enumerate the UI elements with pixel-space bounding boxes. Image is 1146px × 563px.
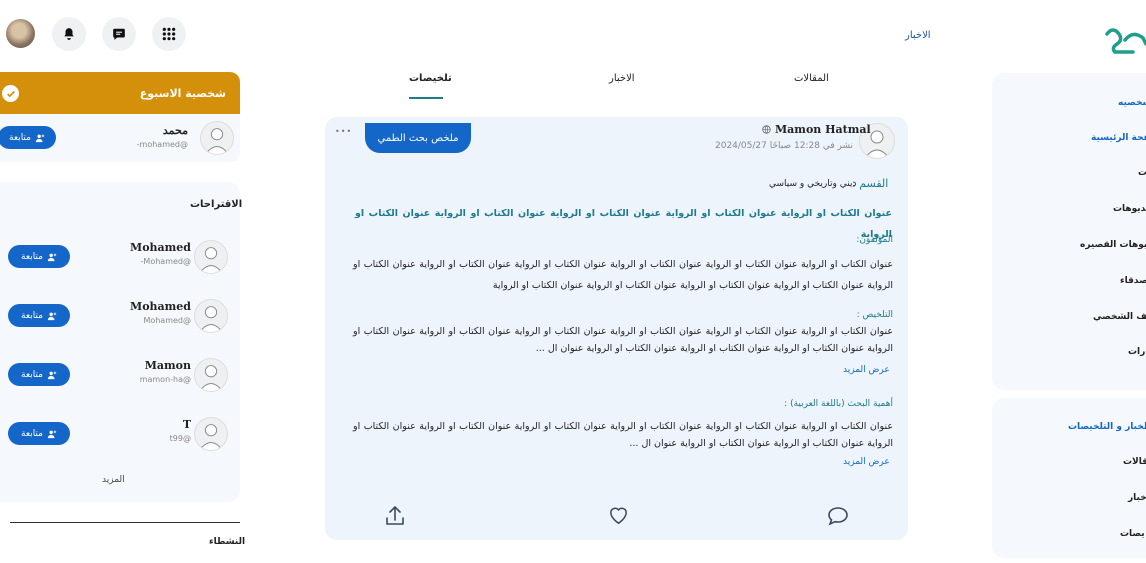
importance-label: أهمية البحث (باللغة العربية) :: [784, 399, 893, 409]
check-icon: [2, 85, 19, 102]
user-avatar[interactable]: [194, 240, 228, 274]
menu2-item-articles[interactable]: قالات: [1123, 457, 1146, 467]
week-card-header: شخصية الاسبوع: [0, 72, 240, 114]
notifications-button[interactable]: [52, 17, 86, 51]
profile-avatar[interactable]: [6, 19, 35, 48]
menu2-item-summaries[interactable]: يصات: [1120, 529, 1145, 539]
activists-title: النشطاء: [209, 537, 246, 547]
suggestion-user-name: Mamon: [144, 359, 191, 372]
user-avatar[interactable]: [194, 417, 228, 451]
menu2-title[interactable]: الخبار و التلخيصات: [1068, 422, 1146, 432]
summary-label: التلخيص :: [856, 310, 893, 320]
suggestion-user-handle: mamon-ha@: [139, 375, 191, 384]
user-plus-icon: [35, 134, 45, 142]
user-avatar[interactable]: [200, 121, 234, 155]
author-name[interactable]: Mamon Hatmal: [775, 123, 871, 136]
suggestions-card: [0, 182, 240, 502]
week-card-title: شخصية الاسبوع: [139, 87, 226, 100]
suggestion-user-name: Mohamed: [130, 300, 191, 313]
messages-button[interactable]: [102, 17, 136, 51]
tab-articles[interactable]: المقالات: [794, 73, 829, 84]
bell-icon: [64, 28, 74, 40]
divider: [10, 522, 240, 523]
heart-icon[interactable]: [607, 504, 630, 527]
tab-news[interactable]: الاخبار: [609, 73, 635, 84]
chat-icon: [113, 28, 125, 40]
menu-item-profile-file[interactable]: لف الشخصي: [1093, 312, 1146, 322]
post-card: ملخص بحث الطمي ••• Mamon Hatmal نشر في 1…: [325, 117, 908, 540]
news-nav-link[interactable]: الاخبار: [905, 30, 931, 41]
globe-icon: [762, 125, 771, 134]
grid-icon: [162, 27, 176, 41]
menu-item-home[interactable]: صفحة الرئيسية: [1091, 133, 1146, 143]
user-plus-icon: [47, 430, 57, 438]
authors-label: المؤلفون:: [856, 235, 893, 245]
suggestion-user-handle: -Mohamed@: [140, 257, 191, 266]
summary-more-link[interactable]: عرض المزيد: [843, 365, 890, 375]
suggestion-user-handle: t99@: [169, 434, 191, 443]
week-user-name: محمد: [162, 124, 188, 137]
main-menu-card: [992, 73, 1146, 390]
menu-item-friends[interactable]: صدقاء: [1120, 276, 1146, 286]
share-icon[interactable]: [383, 504, 407, 528]
menu2-item-news[interactable]: خبار: [1128, 493, 1146, 503]
comment-icon[interactable]: [826, 504, 850, 528]
follow-button[interactable]: متابعة: [8, 304, 70, 327]
follow-button[interactable]: متابعة: [8, 363, 70, 386]
week-user-handle: -mohamed@: [136, 140, 188, 149]
tab-summaries[interactable]: تلخيصات: [409, 73, 452, 84]
suggestions-more-link[interactable]: المزيد: [102, 475, 125, 485]
post-date: نشر في 12:28 صباحًا 2024/05/27: [715, 141, 853, 151]
apps-button[interactable]: [152, 17, 186, 51]
menu-item-8[interactable]: رات: [1128, 347, 1145, 357]
follow-button[interactable]: متابعة: [8, 422, 70, 445]
menu-item-3[interactable]: ت: [1138, 168, 1146, 178]
more-options-icon[interactable]: •••: [335, 127, 352, 136]
post-tag[interactable]: ملخص بحث الطمي: [365, 123, 471, 153]
suggestion-user-name: Mohamed: [130, 241, 191, 254]
active-tab-indicator: [409, 97, 443, 99]
user-avatar[interactable]: [194, 299, 228, 333]
importance-text: عنوان الكتاب او الرواية عنوان الكتاب او …: [353, 421, 893, 449]
category-label: القسم :: [852, 177, 889, 190]
summary-text: عنوان الكتاب او الرواية عنوان الكتاب او …: [353, 326, 893, 354]
menu-item-videos[interactable]: يديوهات: [1113, 204, 1146, 214]
user-plus-icon: [47, 371, 57, 379]
follow-button[interactable]: متابعة: [8, 245, 70, 268]
category-value: ديني وتاريخي و سياسي: [769, 179, 857, 189]
suggestion-user-name: T: [182, 418, 191, 431]
menu-item-profile[interactable]: شخصيه: [1118, 98, 1146, 108]
importance-more-link[interactable]: عرض المزيد: [843, 457, 890, 467]
user-plus-icon: [47, 253, 57, 261]
site-logo[interactable]: [1103, 20, 1146, 56]
suggestions-title: الاقتراحات: [190, 199, 243, 210]
user-avatar[interactable]: [194, 358, 228, 392]
menu-item-short-videos[interactable]: يديوهات القصيره: [1080, 240, 1146, 250]
follow-button[interactable]: متابعة: [0, 126, 56, 149]
suggestion-user-handle: Mohamed@: [143, 316, 191, 325]
post-title: عنوان الكتاب او الرواية عنوان الكتاب او …: [355, 208, 892, 240]
user-plus-icon: [47, 312, 57, 320]
authors-text: عنوان الكتاب او الرواية عنوان الكتاب او …: [353, 259, 893, 291]
